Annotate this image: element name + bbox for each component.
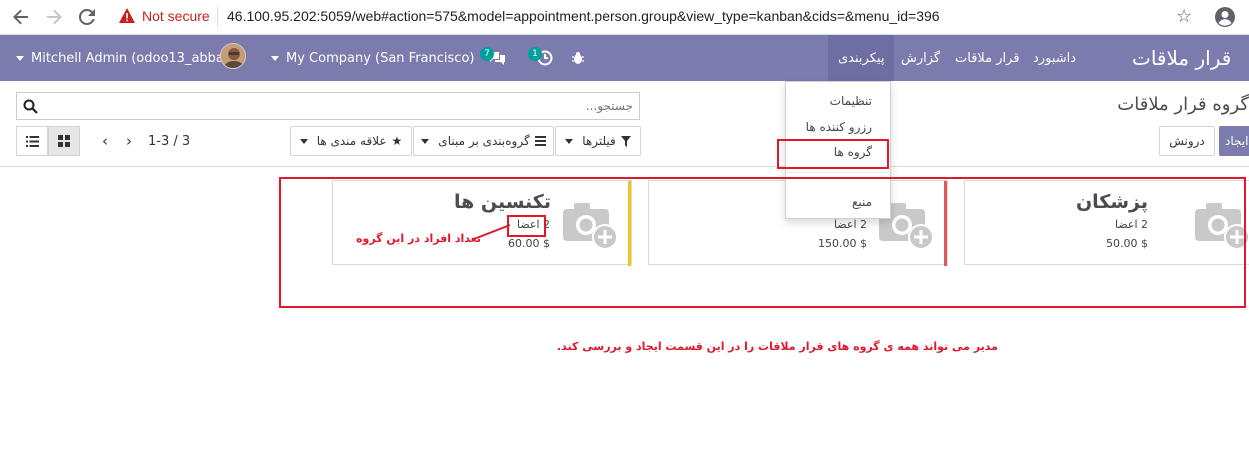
bookmark-star-icon[interactable]: ☆ — [1176, 6, 1192, 27]
menu-dashboard[interactable]: داشبورد — [1033, 35, 1076, 81]
chevron-right-icon[interactable]: › — [124, 132, 134, 150]
chevron-left-icon[interactable]: ‹ — [100, 132, 110, 150]
favorites-button[interactable]: علاقه مندی ها ★ — [290, 126, 412, 156]
star-icon: ★ — [391, 134, 403, 148]
app-title[interactable]: قرار ملاقات — [1132, 35, 1231, 81]
menu-appointments[interactable]: قرار ملاقات — [955, 35, 1020, 81]
reload-icon[interactable] — [76, 6, 98, 28]
url-separator — [217, 7, 218, 27]
view-switcher — [16, 126, 80, 156]
grid-icon — [58, 135, 70, 147]
footer-annotation: مدیر می تواند همه ی گروه های قرار ملاقات… — [557, 340, 998, 353]
forward-arrow-icon[interactable] — [43, 6, 65, 28]
top-navbar: Mitchell Admin (odoo13_abbasi) My Compan… — [0, 35, 1249, 81]
pager: ‹ › 1-3 / 3 — [100, 126, 190, 156]
chevron-down-icon — [16, 55, 24, 61]
company-name: My Company (San Francisco) — [286, 50, 475, 66]
warning-icon — [118, 7, 136, 25]
groupby-button[interactable]: گروه‌بندی بر مبنای — [413, 126, 554, 156]
bars-icon — [534, 136, 546, 146]
security-label[interactable]: Not secure — [142, 8, 210, 24]
import-label: درونش — [1169, 134, 1205, 148]
import-button[interactable]: درونش — [1159, 126, 1215, 156]
members-annotation: تعداد افراد در این گروه — [356, 232, 482, 245]
debug-button[interactable] — [571, 35, 585, 81]
chevron-down-icon — [271, 55, 279, 61]
pager-value[interactable]: 1-3 / 3 — [148, 134, 190, 149]
menu-dashboard-label: داشبورد — [1033, 50, 1076, 66]
filters-button[interactable]: فیلترها — [555, 126, 641, 156]
menu-report-label: گزارش — [901, 50, 941, 66]
list-view-button[interactable] — [16, 126, 48, 156]
menu-item-bookers[interactable]: رزرو کننده ها — [806, 120, 872, 134]
menu-config[interactable]: پیکربندی — [828, 35, 895, 81]
menu-item-settings[interactable]: تنظیمات — [830, 94, 872, 108]
highlight-members — [507, 215, 546, 237]
search-input[interactable] — [73, 97, 633, 115]
chevron-down-icon — [565, 138, 574, 144]
back-arrow-icon[interactable] — [10, 6, 32, 28]
activities-badge: 1 — [528, 47, 542, 61]
groupby-label: گروه‌بندی بر مبنای — [438, 134, 530, 148]
control-panel-divider — [0, 166, 1249, 167]
company-switcher[interactable]: My Company (San Francisco) — [271, 35, 474, 81]
profile-icon[interactable] — [1214, 6, 1236, 28]
list-icon — [25, 135, 39, 147]
menu-config-label: پیکربندی — [838, 50, 885, 66]
address-bar[interactable]: 46.100.95.202:5059/web#action=575&model=… — [227, 8, 940, 24]
app-title-label: قرار ملاقات — [1132, 46, 1232, 70]
search-icon[interactable] — [23, 99, 38, 114]
filter-icon — [620, 135, 631, 147]
browser-toolbar: Not secure 46.100.95.202:5059/web#action… — [0, 0, 1249, 35]
user-name: Mitchell Admin (odoo13_abbasi) — [31, 50, 240, 66]
user-menu[interactable]: Mitchell Admin (odoo13_abbasi) — [16, 35, 239, 81]
search-box[interactable] — [16, 92, 640, 120]
messages-badge: 7 — [480, 47, 494, 61]
menu-report[interactable]: گزارش — [901, 35, 940, 81]
chevron-down-icon — [299, 138, 308, 144]
menu-appointments-label: قرار ملاقات — [955, 50, 1020, 66]
create-button[interactable]: ایجاد — [1219, 126, 1249, 156]
chevron-down-icon — [421, 138, 430, 144]
highlight-groups-item — [777, 139, 889, 169]
bug-icon — [572, 52, 584, 64]
avatar[interactable] — [220, 43, 246, 69]
filters-label: فیلترها — [582, 134, 616, 148]
favorites-label: علاقه مندی ها — [316, 134, 387, 148]
kanban-view-button[interactable] — [48, 126, 80, 156]
breadcrumb: گروه قرار ملاقات — [1117, 94, 1249, 115]
menu-divider — [786, 172, 890, 173]
